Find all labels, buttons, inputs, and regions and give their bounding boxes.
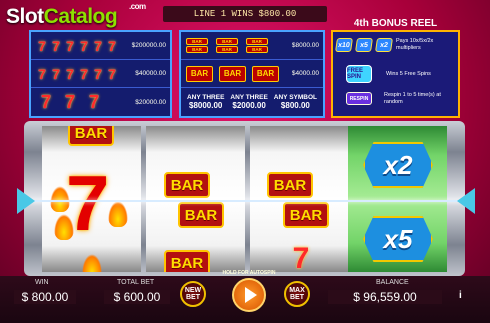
logo-text-slot: Slot: [6, 5, 44, 28]
bar-symbol: BAR: [164, 250, 210, 272]
logo-text-com: .com: [129, 2, 146, 11]
seven-icon: 7: [52, 37, 60, 54]
win-label: WIN: [35, 279, 49, 286]
paytable-sevens: 77 77 77 $200000.00 77 77 77 $40000.00 7…: [29, 30, 172, 118]
payline-right-arrow-icon: [457, 188, 475, 214]
bonus-respin-text: Respin 1 to 5 time(s) at random: [384, 92, 441, 105]
hold-for-autospin-hint: HOLD FOR AUTOSPIN: [222, 270, 276, 276]
bar-symbol: BAR: [164, 172, 210, 198]
bar-icon: BAR: [186, 38, 208, 45]
seven-icon: 7: [94, 37, 102, 54]
seven-icon: 7: [80, 37, 88, 54]
watermark-logo: SlotCatalog .com: [6, 3, 146, 28]
bar-icon: BAR: [252, 65, 279, 82]
payout-value: $40000.00: [135, 70, 166, 77]
triple-bar-stack: BAR BAR: [215, 37, 239, 54]
payline-left-arrow-icon: [17, 188, 35, 214]
flame-icon: [54, 214, 74, 240]
any-three-sevens: ANY THREE $8000.00: [187, 94, 224, 110]
bonus-free-spins-text: Wins 5 Free Spins: [386, 71, 431, 77]
triple-bar-stack: BAR BAR: [185, 37, 209, 54]
triple-bar-stack: BAR BAR: [245, 37, 269, 54]
seven-icon: 7: [52, 65, 60, 82]
payout-value: $20000.00: [135, 98, 166, 106]
payout-value: $4000.00: [291, 70, 319, 77]
win-value: $ 800.00: [14, 290, 76, 304]
x5-multiplier-icon: x5: [355, 38, 373, 52]
info-icon[interactable]: i: [459, 290, 462, 301]
any-three-bars: ANY THREE $2000.00: [230, 94, 267, 110]
bonus-reel-title: 4th BONUS REEL: [353, 18, 438, 29]
bar-icon: BAR: [246, 46, 268, 53]
seven-icon: 7: [94, 65, 102, 82]
bonus-row-respin: RESPIN Respin 1 to 5 time(s) at random: [336, 92, 455, 106]
flame-icon: [108, 201, 128, 227]
balance-value: $ 96,559.00: [328, 290, 442, 304]
new-bet-button[interactable]: NEW BET: [180, 281, 206, 307]
play-icon: [244, 287, 257, 303]
seven-icon: 7: [88, 91, 99, 112]
seven-symbol: 7: [292, 242, 310, 272]
paytable-row: 77 77 77 $40000.00: [31, 60, 170, 88]
bar-icon: BAR: [186, 46, 208, 53]
seven-icon: 7: [64, 91, 75, 112]
x5-multiplier-icon: x5: [363, 216, 433, 262]
payout-value: $2000.00: [232, 101, 266, 111]
bar-icon: BAR: [216, 38, 238, 45]
payline: [26, 200, 464, 202]
spin-button[interactable]: [232, 278, 266, 312]
payout-value: $200000.00: [131, 42, 166, 49]
bar-symbol: BAR: [178, 202, 224, 228]
seven-icon: 7: [38, 37, 46, 54]
seven-icon: 7: [66, 65, 74, 82]
flame-icon: [82, 254, 102, 272]
seven-icon: 7: [108, 65, 116, 82]
reel-1: BAR 7: [42, 126, 141, 272]
bar-icon: BAR: [219, 65, 246, 82]
paytable-row: BAR BAR BAR BAR BAR BAR $8000.00: [181, 32, 323, 60]
reel-3: BAR BAR 7: [250, 126, 349, 272]
respin-icon: RESPIN: [346, 92, 372, 106]
total-bet-value: $ 600.00: [104, 290, 170, 304]
any-symbol-label: ANY SYMBOL: [273, 93, 317, 101]
win-message: LINE 1 WINS $800.00: [163, 6, 327, 22]
reel-4-bonus: x2 x5: [348, 126, 447, 272]
x10-multiplier-icon: x10: [335, 38, 353, 52]
paytable-bars: BAR BAR BAR BAR BAR BAR $8000.00 BAR BAR BA…: [179, 30, 325, 118]
seven-icon: 7: [80, 65, 88, 82]
x2-multiplier-icon: x2: [375, 38, 393, 52]
bar-symbol: BAR: [267, 172, 313, 198]
logo-text-catalog: Catalog: [43, 5, 118, 28]
seven-icon: 7: [38, 65, 46, 82]
paytable-row: ANY THREE $8000.00 ANY THREE $2000.00 AN…: [181, 88, 323, 116]
reel-2: BAR BAR BAR: [146, 126, 245, 272]
payout-value: $8000.00: [189, 101, 223, 111]
payout-value: $8000.00: [291, 42, 319, 49]
paytable-row: BAR BAR BAR $4000.00: [181, 60, 323, 88]
bonus-row-freespins: FREE SPIN Wins 5 Free Spins: [336, 65, 455, 83]
free-spins-icon: FREE SPIN: [346, 65, 372, 83]
total-bet-label: TOTAL BET: [117, 279, 155, 286]
bonus-reel-table: 4th BONUS REEL x10 x5 x2 Pays 10x/5x/2x …: [331, 18, 460, 118]
any-three-label: ANY THREE: [186, 93, 225, 101]
paytable-row: 7 7 7 $20000.00: [31, 88, 170, 116]
payout-value: $800.00: [280, 101, 310, 111]
paytable-row: 77 77 77 $200000.00: [31, 32, 170, 60]
any-symbol: ANY SYMBOL $800.00: [274, 94, 317, 110]
any-three-label: ANY THREE: [230, 93, 268, 101]
bonus-multipliers-text: Pays 10x/5x/2x multipliers: [396, 38, 434, 51]
bar-icon: BAR: [186, 65, 213, 82]
seven-icon: 7: [40, 91, 51, 112]
bonus-row-multipliers: x10 x5 x2 Pays 10x/5x/2x multipliers: [335, 38, 455, 52]
balance-label: BALANCE: [376, 279, 409, 286]
max-bet-button[interactable]: MAX BET: [284, 281, 310, 307]
seven-icon: 7: [66, 37, 74, 54]
bar-icon: BAR: [246, 38, 268, 45]
seven-icon: 7: [108, 37, 116, 54]
bar-symbol: BAR: [283, 202, 329, 228]
bar-icon: BAR: [216, 46, 238, 53]
bar-symbol: BAR: [68, 126, 114, 146]
x2-multiplier-icon: x2: [363, 142, 433, 188]
